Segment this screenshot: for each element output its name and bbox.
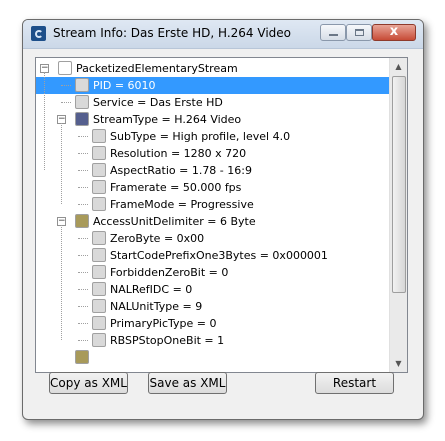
node-type-icon [75,78,89,92]
node-type-icon [75,214,89,228]
vertical-scrollbar[interactable]: ▲ ▼ [389,58,407,372]
node-type-icon [75,95,89,109]
tree-node-label: Service = Das Erste HD [93,96,223,109]
maximize-button[interactable] [346,24,372,41]
tree-guide-line [61,225,62,340]
tree-node-label: SubType = High profile, level 4.0 [110,130,291,143]
node-type-icon [75,350,89,364]
close-icon: x [389,24,399,39]
node-type-icon [92,265,106,279]
tree-connector [78,272,88,273]
node-type-icon [92,197,106,211]
tree-row[interactable]: − PacketizedElementaryStream [36,60,389,77]
tree-row[interactable]: Resolution = 1280 x 720 [36,145,389,162]
tree-connector [78,187,88,188]
tree-row[interactable]: NALUnitType = 9 [36,298,389,315]
tree-row[interactable]: AspectRatio = 1.78 - 16:9 [36,162,389,179]
node-type-icon [92,231,106,245]
tree-row[interactable]: − StreamType = H.264 Video [36,111,389,128]
tree-node-label: ZeroByte = 0x00 [110,232,205,245]
tree-row[interactable]: ZeroByte = 0x00 [36,230,389,247]
node-type-icon [92,146,106,160]
node-type-icon [92,316,106,330]
close-button[interactable]: x [372,24,416,41]
tree-connector [78,323,88,324]
app-icon [31,26,46,41]
tree-row[interactable]: ForbiddenZeroBit = 0 [36,264,389,281]
tree-row[interactable]: RBSPStopOneBit = 1 [36,332,389,349]
node-type-icon [92,163,106,177]
node-type-icon [92,299,106,313]
node-type-icon [92,282,106,296]
tree-row[interactable]: PID = 6010 [36,77,389,94]
node-type-icon [92,180,106,194]
tree-connector [78,238,88,239]
tree-node-label: NALUnitType = 9 [110,300,203,313]
scroll-thumb[interactable] [392,76,406,293]
tree-row[interactable]: NALRefIDC = 0 [36,281,389,298]
tree-connector [78,340,88,341]
tree-guide-line [44,72,45,170]
node-type-icon [75,112,89,126]
tree-row[interactable]: SubType = High profile, level 4.0 [36,128,389,145]
restart-button[interactable]: Restart [315,372,394,394]
tree-connector [61,102,71,103]
tree-node-label: RBSPStopOneBit = 1 [110,334,225,347]
maximize-icon [355,29,364,36]
tree-node-label: NALRefIDC = 0 [110,283,193,296]
tree-guide-line [61,123,62,204]
save-as-xml-button[interactable]: Save as XML [148,372,227,394]
tree-row[interactable]: − AccessUnitDelimiter = 6 Byte [36,213,389,230]
title-bar[interactable]: Stream Info: Das Erste HD, H.264 Video x [23,20,423,49]
tree-node-label: AspectRatio = 1.78 - 16:9 [110,164,252,177]
tree-row[interactable]: Service = Das Erste HD [36,94,389,111]
tree-node-label: StreamType = H.264 Video [93,113,242,126]
node-type-icon [92,333,106,347]
tree-connector [78,204,88,205]
tree-node-label: FrameMode = Progressive [110,198,254,211]
tree-row-partial [36,349,389,366]
tree-node-label: AccessUnitDelimiter = 6 Byte [93,215,256,228]
tree-node-label: PacketizedElementaryStream [76,62,238,75]
tree-connector [61,85,71,86]
stream-info-window: Stream Info: Das Erste HD, H.264 Video x… [22,19,424,420]
tree-node-label: Resolution = 1280 x 720 [110,147,247,160]
tree-connector [78,289,88,290]
node-type-icon [92,248,106,262]
tree-node-label: Framerate = 50.000 fps [110,181,242,194]
minimize-icon [329,34,338,36]
node-type-icon [92,129,106,143]
tree-connector [78,170,88,171]
tree-connector [78,255,88,256]
window-title: Stream Info: Das Erste HD, H.264 Video [53,26,291,40]
tree-connector [78,306,88,307]
minimize-button[interactable] [320,24,346,41]
scroll-down-arrow-icon[interactable]: ▼ [390,355,407,372]
tree-row[interactable]: FrameMode = Progressive [36,196,389,213]
tree-row[interactable]: Framerate = 50.000 fps [36,179,389,196]
copy-as-xml-button[interactable]: Copy as XML [49,372,128,394]
tree-node-label: PID = 6010 [91,78,158,93]
scroll-up-arrow-icon[interactable]: ▲ [390,58,407,75]
node-type-icon [58,61,72,75]
tree-row[interactable]: StartCodePrefixOne3Bytes = 0x000001 [36,247,389,264]
tree-node-label: PrimaryPicType = 0 [110,317,217,330]
tree-connector [78,153,88,154]
tree-node-label: ForbiddenZeroBit = 0 [110,266,229,279]
tree-node-label: StartCodePrefixOne3Bytes = 0x000001 [110,249,328,262]
stream-tree-view[interactable]: − PacketizedElementaryStream PID = 6010 Ser… [35,57,408,373]
tree-row[interactable]: PrimaryPicType = 0 [36,315,389,332]
tree-connector [78,136,88,137]
